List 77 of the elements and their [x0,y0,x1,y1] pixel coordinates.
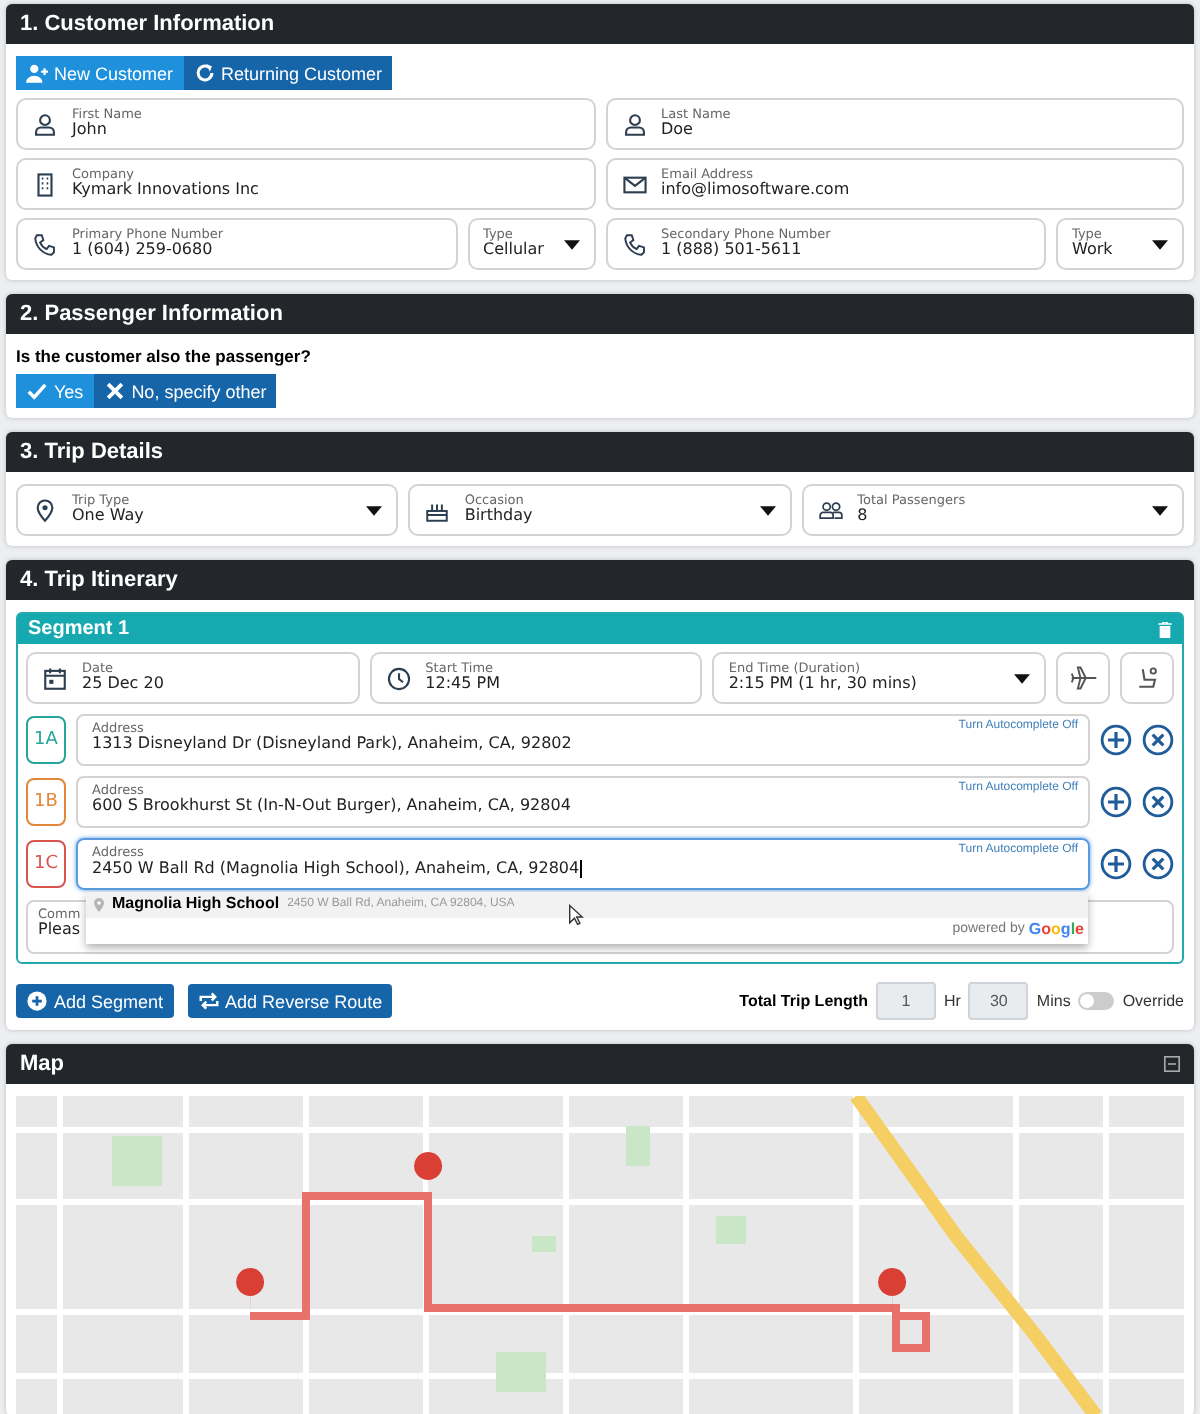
unit-label: Mins [1036,992,1071,1010]
field-value: 600 S Brookhurst St (In-N-Out Burger), Anaheim, CA, 92804 [92,798,573,816]
field-value: Work [1072,242,1115,260]
people-icon [817,497,844,523]
field-value: Birthday [464,508,535,526]
section-title: Map [20,1052,64,1076]
field-value: Cellular [483,242,546,260]
field-value: John [72,122,109,140]
field-value: info@limosoftware.com [661,182,852,200]
section-title: 4. Trip Itinerary [6,560,1194,600]
airplane-icon [1069,664,1098,692]
stop-label: 1A [26,716,66,764]
remove-stop-icon[interactable] [1142,786,1174,818]
field-value: Kymark Innovations Inc [72,182,261,200]
plus-circle-icon [26,990,48,1012]
add-stop-icon[interactable] [1100,724,1132,756]
stop-label: 1C [26,840,66,888]
field-value: 2450 W Ball Rd (Magnolia High School), Anaheim, CA, 92804 [92,860,584,880]
remove-stop-icon[interactable] [1142,848,1174,880]
remove-stop-icon[interactable] [1142,724,1174,756]
building-icon [32,171,58,197]
phone-icon [32,231,58,257]
action-button[interactable]: Add Reverse Route [187,984,393,1018]
field-value: 1 (604) 259-0680 [72,242,215,260]
calendar-icon [42,665,68,691]
repeat-icon [197,990,220,1012]
caret-icon [563,239,579,249]
check-icon [26,380,48,402]
field-value: 1313 Disneyland Dr (Disneyland Park), Anaheim, CA, 92802 [92,736,574,754]
cross-icon [103,380,126,402]
field-value: 25 Dec 20 [82,676,166,694]
field-value: 8 [857,508,870,526]
seat-icon [1133,664,1162,692]
field-value: One Way [72,508,146,526]
field-value: 12:45 PM [425,676,502,694]
section-title: 2. Passenger Information [6,294,1194,334]
action-button[interactable]: Add Segment [16,984,174,1018]
field-value: 1 (888) 501-5611 [661,242,804,260]
airplane-button[interactable] [1056,652,1111,704]
caret-icon [1152,239,1168,249]
caret-icon [1151,505,1168,515]
field-value: 2:15 PM (1 hr, 30 mins) [728,676,919,694]
field-value: Pleas [38,922,81,940]
collapse-icon[interactable] [1164,1056,1180,1072]
add-stop-icon[interactable] [1100,786,1132,818]
hours-field[interactable]: 1 [875,982,936,1020]
override-toggle[interactable] [1078,992,1115,1010]
caret-icon [1014,673,1031,683]
field-value: Doe [661,122,695,140]
refresh-icon [193,62,216,84]
section-title: 1. Customer Information [6,4,1194,44]
segment-title: Segment 1 [28,618,130,640]
clock-icon [385,665,412,691]
toggle-label: Override [1122,992,1184,1010]
brand-logo: Google [1028,921,1084,940]
suggestion-name: Magnolia High School [112,896,280,914]
mouse-cursor-icon [568,904,584,926]
add-person-icon [26,62,48,84]
stop-label: 1B [26,778,66,826]
unit-label: Hr [943,992,961,1010]
person-icon [621,111,647,137]
customer-type-button[interactable]: Returning Customer [183,56,393,90]
section-title: 3. Trip Details [6,432,1194,472]
add-stop-icon[interactable] [1100,848,1132,880]
location-pin-icon [32,497,58,523]
phone-icon [621,231,647,257]
caret-icon [366,505,383,515]
trash-icon[interactable] [1158,621,1172,637]
caret-icon [759,505,776,515]
question-text: Is the customer also the passenger? [16,346,313,366]
car-seat-button[interactable] [1120,652,1175,704]
trip-length-label: Total Trip Length [739,992,868,1010]
minutes-field[interactable]: 30 [968,982,1029,1020]
location-pin-icon [94,897,104,912]
envelope-icon [621,171,647,197]
person-icon [32,111,58,137]
answer-button[interactable]: No, specify other [93,374,277,408]
